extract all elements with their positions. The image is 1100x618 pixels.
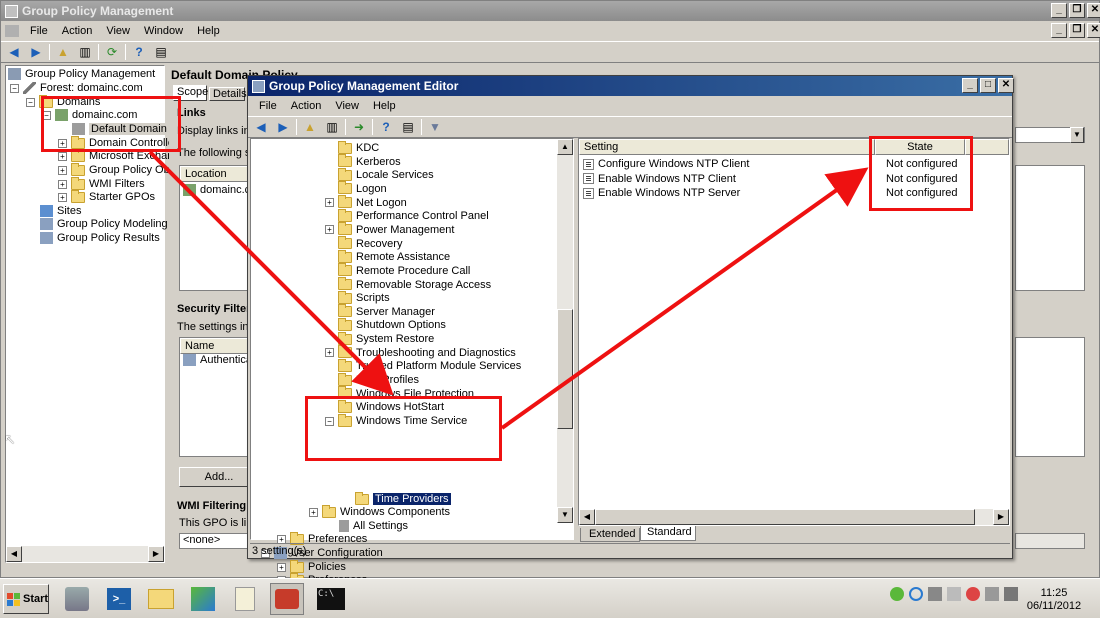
system-tray: [890, 587, 1018, 601]
alert-tray-icon[interactable]: [966, 587, 980, 601]
start-button[interactable]: Start: [3, 584, 49, 614]
display-tray-icon[interactable]: [985, 587, 999, 601]
taskbar: Start >_ C:\ 11:25 06/11/2012: [0, 578, 1100, 618]
annotation-arrow-to-state: [500, 167, 869, 430]
clock-time: 11:25: [1040, 587, 1068, 599]
annotation-arrow-to-time-service: [148, 150, 394, 396]
device-tray-icon[interactable]: [947, 587, 961, 601]
server-manager-icon[interactable]: [60, 583, 94, 615]
explorer-icon[interactable]: [144, 583, 178, 615]
clock[interactable]: 11:25 06/11/2012: [1024, 587, 1084, 613]
cmd-icon[interactable]: C:\: [314, 583, 348, 615]
clock-tray-icon[interactable]: [909, 587, 923, 601]
powershell-icon[interactable]: >_: [102, 583, 136, 615]
network-icon[interactable]: [186, 583, 220, 615]
mouse-cursor-icon: ↖: [4, 431, 16, 447]
annotation-arrows: [148, 150, 869, 430]
document-icon[interactable]: [228, 583, 262, 615]
windows-logo-icon: [7, 592, 20, 606]
security-tray-icon[interactable]: [890, 587, 904, 601]
clock-date: 06/11/2012: [1026, 600, 1082, 612]
network-tray-icon[interactable]: [928, 587, 942, 601]
volume-tray-icon[interactable]: [1004, 587, 1018, 601]
gpm-taskbar-icon[interactable]: [270, 583, 304, 615]
